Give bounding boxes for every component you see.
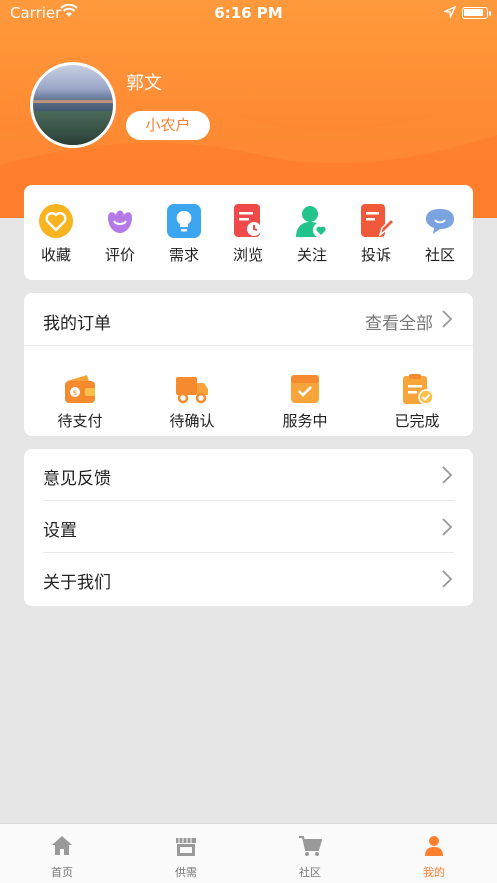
quick-browse-label: 浏览: [232, 246, 263, 264]
menu-feedback-label: 意见反馈: [43, 469, 111, 489]
chevron-right-icon: [442, 466, 452, 484]
orders-card: 我的订单 查看全部 $ 待支付 待确认 服务中 已完成: [24, 293, 473, 436]
quick-actions-card: 收藏 评价 需求 浏览 关注 投诉 社区: [24, 185, 473, 280]
quick-follow-label: 关注: [296, 246, 327, 264]
menu-settings[interactable]: 设置: [24, 501, 473, 553]
avatar[interactable]: [30, 62, 116, 148]
avatar-field: [33, 111, 113, 145]
orders-title: 我的订单: [43, 314, 111, 334]
chevron-right-icon: [442, 518, 452, 536]
user-heart-icon: [296, 206, 329, 238]
menu-about-label: 关于我们: [43, 573, 111, 593]
flower-icon: [108, 210, 132, 233]
tab-mine-label: 我的: [423, 866, 445, 879]
location-arrow-icon: [444, 6, 456, 18]
quick-complaint-label: 投诉: [360, 246, 391, 264]
bottom-tab-bar: 首页 供需 社区 我的: [0, 823, 497, 883]
quick-browse-history[interactable]: 浏览: [218, 203, 278, 265]
menu-about[interactable]: 关于我们: [24, 553, 473, 605]
store-icon: [176, 838, 196, 856]
orders-view-all[interactable]: 查看全部: [365, 309, 433, 334]
order-in-service-label: 服务中: [282, 412, 328, 430]
quick-reviews[interactable]: 评价: [90, 203, 150, 265]
complaint-doc-icon: [361, 204, 394, 238]
user-role-badge: 小农户: [126, 111, 210, 140]
quick-community-label: 社区: [424, 246, 455, 264]
battery-icon: [462, 7, 488, 19]
svg-text:$: $: [73, 389, 77, 397]
chevron-right-icon: [442, 570, 452, 588]
wallet-icon: $: [65, 375, 95, 403]
tab-supply-demand-label: 供需: [175, 866, 197, 879]
avatar-horizon: [33, 100, 113, 104]
history-doc-icon: [234, 204, 261, 237]
menu-settings-label: 设置: [43, 521, 77, 541]
order-pending-payment[interactable]: $ 待支付: [35, 373, 125, 431]
tab-community[interactable]: 社区: [275, 834, 345, 880]
box-check-icon: [291, 375, 319, 403]
status-time: 6:16 PM: [214, 4, 283, 22]
tab-home[interactable]: 首页: [27, 834, 97, 880]
settings-menu-card: 意见反馈 设置 关于我们: [24, 449, 473, 606]
username: 郭文: [126, 73, 162, 94]
lightbulb-icon: [167, 204, 201, 238]
order-in-service[interactable]: 服务中: [260, 373, 350, 431]
cart-icon: [299, 836, 322, 856]
quick-reviews-label: 评价: [104, 246, 135, 264]
status-bar: Carrier 6:16 PM: [0, 0, 497, 26]
quick-demand-label: 需求: [168, 246, 199, 264]
tab-mine[interactable]: 我的: [399, 834, 469, 880]
menu-feedback[interactable]: 意见反馈: [24, 449, 473, 501]
home-icon: [52, 836, 72, 855]
tab-supply-demand[interactable]: 供需: [151, 834, 221, 880]
quick-favorites[interactable]: 收藏: [26, 203, 86, 265]
order-completed[interactable]: 已完成: [372, 373, 462, 431]
order-pending-confirm[interactable]: 待确认: [147, 373, 237, 431]
tab-community-label: 社区: [299, 866, 321, 879]
chat-bubble-icon: [426, 209, 454, 234]
heart-icon: [39, 204, 73, 238]
order-pending-confirm-label: 待确认: [169, 412, 215, 430]
quick-community[interactable]: 社区: [410, 203, 470, 265]
clipboard-done-icon: [403, 374, 434, 405]
battery-cap: [489, 11, 491, 16]
order-completed-label: 已完成: [394, 412, 440, 430]
orders-header[interactable]: 我的订单 查看全部: [24, 293, 473, 346]
quick-follow[interactable]: 关注: [282, 203, 342, 265]
chevron-right-icon: [442, 310, 452, 328]
quick-favorites-label: 收藏: [40, 246, 71, 264]
truck-icon: [176, 377, 208, 404]
order-pending-payment-label: 待支付: [57, 412, 103, 430]
quick-demand[interactable]: 需求: [154, 203, 214, 265]
tab-home-label: 首页: [51, 866, 73, 879]
person-icon: [425, 836, 443, 856]
quick-complaint[interactable]: 投诉: [346, 203, 406, 265]
